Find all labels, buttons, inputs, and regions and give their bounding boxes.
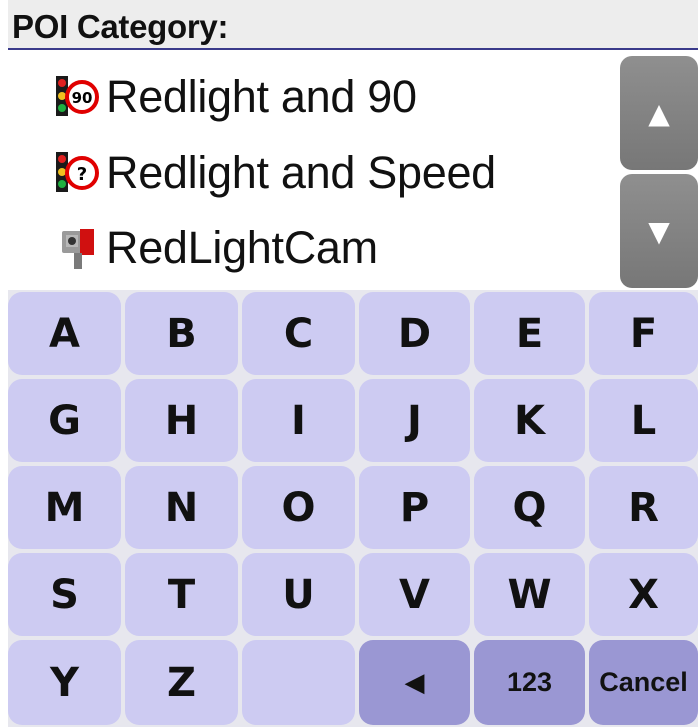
key-blank xyxy=(242,640,355,725)
sign-text: 90 xyxy=(72,89,93,107)
key-o[interactable]: O xyxy=(242,466,355,549)
key-p[interactable]: P xyxy=(359,466,470,549)
key-u[interactable]: U xyxy=(242,553,355,636)
on-screen-keyboard: A B C D E F G H I J K L M N O P Q R S T … xyxy=(8,290,698,727)
list-item[interactable]: 90 Redlight and 90 xyxy=(52,62,612,132)
list-item[interactable]: ? Redlight and Speed xyxy=(52,138,612,208)
triangle-down-icon: ▼ xyxy=(648,214,670,248)
key-h[interactable]: H xyxy=(125,379,238,462)
key-j[interactable]: J xyxy=(359,379,470,462)
key-y[interactable]: Y xyxy=(8,640,121,725)
triangle-up-icon: ▲ xyxy=(648,96,670,130)
list-item[interactable]: RedLightCam xyxy=(52,213,612,283)
key-x[interactable]: X xyxy=(589,553,698,636)
key-w[interactable]: W xyxy=(474,553,585,636)
key-l[interactable]: L xyxy=(589,379,698,462)
header-bar: POI Category: xyxy=(8,0,698,50)
key-r[interactable]: R xyxy=(589,466,698,549)
key-i[interactable]: I xyxy=(242,379,355,462)
key-s[interactable]: S xyxy=(8,553,121,636)
key-a[interactable]: A xyxy=(8,292,121,375)
page-title: POI Category: xyxy=(12,8,229,45)
key-z[interactable]: Z xyxy=(125,640,238,725)
key-b[interactable]: B xyxy=(125,292,238,375)
backspace-button[interactable]: ◀ xyxy=(359,640,470,725)
scroll-down-button[interactable]: ▼ xyxy=(620,174,698,288)
key-m[interactable]: M xyxy=(8,466,121,549)
key-q[interactable]: Q xyxy=(474,466,585,549)
key-e[interactable]: E xyxy=(474,292,585,375)
key-v[interactable]: V xyxy=(359,553,470,636)
list-item-label: Redlight and Speed xyxy=(106,147,496,198)
key-n[interactable]: N xyxy=(125,466,238,549)
poi-category-list: 90 Redlight and 90 ? Redlight and Speed xyxy=(8,50,698,288)
redlight-speed-unknown-icon: ? xyxy=(52,146,104,200)
list-item-label: Redlight and 90 xyxy=(106,71,417,122)
numbers-button[interactable]: 123 xyxy=(474,640,585,725)
scroll-up-button[interactable]: ▲ xyxy=(620,56,698,170)
redlight-speed-90-icon: 90 xyxy=(52,70,104,124)
key-c[interactable]: C xyxy=(242,292,355,375)
list-item-label: RedLightCam xyxy=(106,222,378,273)
backspace-arrow-icon: ◀ xyxy=(404,667,425,698)
key-g[interactable]: G xyxy=(8,379,121,462)
sign-text: ? xyxy=(77,164,87,185)
red-light-camera-icon xyxy=(52,221,104,275)
cancel-button[interactable]: Cancel xyxy=(589,640,698,725)
key-t[interactable]: T xyxy=(125,553,238,636)
key-d[interactable]: D xyxy=(359,292,470,375)
key-k[interactable]: K xyxy=(474,379,585,462)
key-f[interactable]: F xyxy=(589,292,698,375)
